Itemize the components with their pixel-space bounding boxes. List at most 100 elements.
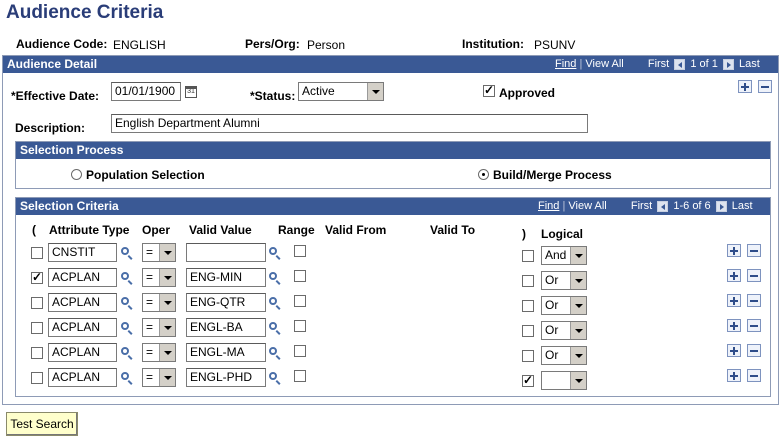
logical-select[interactable]: Or (541, 271, 587, 290)
add-row-icon[interactable] (727, 294, 741, 307)
range-checkbox[interactable] (294, 245, 306, 257)
calendar-icon[interactable]: 31 (185, 86, 197, 98)
lookup-icon[interactable] (120, 371, 134, 385)
chevron-down-icon[interactable] (159, 344, 175, 361)
lookup-icon[interactable] (268, 346, 282, 360)
lookup-icon[interactable] (268, 296, 282, 310)
criteria-view-all-link[interactable]: View All (568, 200, 606, 212)
delete-row-icon[interactable] (747, 244, 761, 257)
lookup-icon[interactable] (120, 271, 134, 285)
open-paren-checkbox[interactable] (31, 322, 43, 334)
attribute-type-input[interactable]: ACPLAN (48, 268, 117, 287)
chevron-down-icon[interactable] (570, 247, 586, 264)
add-row-icon[interactable] (727, 319, 741, 332)
lookup-icon[interactable] (120, 296, 134, 310)
chevron-down-icon[interactable] (367, 83, 383, 100)
criteria-last-link[interactable]: Last (732, 200, 753, 212)
lookup-icon[interactable] (120, 346, 134, 360)
attribute-type-input[interactable]: ACPLAN (48, 368, 117, 387)
valid-value-input[interactable]: ENG-MIN (186, 268, 266, 287)
delete-row-icon[interactable] (747, 344, 761, 357)
valid-value-input[interactable]: ENG-QTR (186, 293, 266, 312)
open-paren-checkbox[interactable] (31, 247, 43, 259)
close-paren-checkbox[interactable] (522, 250, 534, 262)
chevron-down-icon[interactable] (159, 319, 175, 336)
add-row-icon[interactable] (727, 369, 741, 382)
add-row-icon[interactable] (738, 80, 752, 93)
status-select[interactable]: Active (298, 82, 384, 101)
add-row-icon[interactable] (727, 244, 741, 257)
delete-row-icon[interactable] (747, 294, 761, 307)
test-search-button[interactable]: Test Search (6, 412, 78, 436)
delete-row-icon[interactable] (747, 269, 761, 282)
range-checkbox[interactable] (294, 370, 306, 382)
close-paren-checkbox[interactable] (522, 325, 534, 337)
logical-select[interactable]: Or (541, 321, 587, 340)
delete-row-icon[interactable] (758, 80, 772, 93)
attribute-type-input[interactable]: ACPLAN (48, 343, 117, 362)
close-paren-checkbox[interactable] (522, 275, 534, 287)
delete-row-icon[interactable] (747, 369, 761, 382)
lookup-icon[interactable] (268, 371, 282, 385)
valid-value-input[interactable]: ENGL-MA (186, 343, 266, 362)
oper-select[interactable]: = (142, 243, 176, 262)
chevron-down-icon[interactable] (159, 244, 175, 261)
effective-date-input[interactable]: 01/01/1900 (111, 82, 181, 101)
oper-select[interactable]: = (142, 343, 176, 362)
add-row-icon[interactable] (727, 269, 741, 282)
attribute-type-input[interactable]: ACPLAN (48, 318, 117, 337)
criteria-previous-arrow-icon[interactable] (657, 200, 669, 212)
chevron-down-icon[interactable] (570, 297, 586, 314)
logical-select[interactable]: And (541, 246, 587, 265)
chevron-down-icon[interactable] (570, 272, 586, 289)
add-row-icon[interactable] (727, 344, 741, 357)
range-checkbox[interactable] (294, 320, 306, 332)
description-input[interactable]: English Department Alumni (111, 114, 588, 133)
open-paren-checkbox[interactable] (31, 347, 43, 359)
valid-value-input[interactable]: ENGL-BA (186, 318, 266, 337)
oper-select[interactable]: = (142, 318, 176, 337)
lookup-icon[interactable] (120, 321, 134, 335)
valid-value-input[interactable] (186, 243, 266, 262)
oper-select[interactable]: = (142, 368, 176, 387)
previous-arrow-icon[interactable] (674, 58, 686, 70)
criteria-find-link[interactable]: Find (538, 200, 559, 212)
open-paren-checkbox[interactable] (31, 372, 43, 384)
delete-row-icon[interactable] (747, 319, 761, 332)
logical-select[interactable]: Or (541, 296, 587, 315)
logical-select[interactable]: Or (541, 346, 587, 365)
lookup-icon[interactable] (268, 271, 282, 285)
logical-select[interactable] (541, 371, 587, 390)
valid-value-input[interactable]: ENGL-PHD (186, 368, 266, 387)
chevron-down-icon[interactable] (159, 369, 175, 386)
close-paren-checkbox[interactable] (522, 373, 534, 387)
approved-checkbox[interactable] (483, 83, 495, 97)
close-paren-checkbox[interactable] (522, 300, 534, 312)
criteria-first-link[interactable]: First (631, 200, 652, 212)
criteria-next-arrow-icon[interactable] (715, 200, 727, 212)
attribute-type-input[interactable]: CNSTIT (48, 243, 117, 262)
close-paren-checkbox[interactable] (522, 350, 534, 362)
range-checkbox[interactable] (294, 345, 306, 357)
open-paren-checkbox[interactable] (31, 297, 43, 309)
oper-select[interactable]: = (142, 268, 176, 287)
view-all-link[interactable]: View All (585, 58, 623, 70)
chevron-down-icon[interactable] (159, 269, 175, 286)
first-link[interactable]: First (648, 58, 669, 70)
next-arrow-icon[interactable] (722, 58, 734, 70)
open-paren-checkbox[interactable] (31, 270, 43, 284)
lookup-icon[interactable] (268, 321, 282, 335)
lookup-icon[interactable] (120, 246, 134, 260)
build-merge-radio[interactable] (478, 169, 489, 180)
chevron-down-icon[interactable] (159, 294, 175, 311)
last-link[interactable]: Last (739, 58, 760, 70)
chevron-down-icon[interactable] (570, 372, 586, 389)
lookup-icon[interactable] (268, 246, 282, 260)
chevron-down-icon[interactable] (570, 322, 586, 339)
find-link[interactable]: Find (555, 58, 576, 70)
oper-select[interactable]: = (142, 293, 176, 312)
chevron-down-icon[interactable] (570, 347, 586, 364)
range-checkbox[interactable] (294, 295, 306, 307)
population-selection-radio[interactable] (71, 169, 82, 180)
attribute-type-input[interactable]: ACPLAN (48, 293, 117, 312)
